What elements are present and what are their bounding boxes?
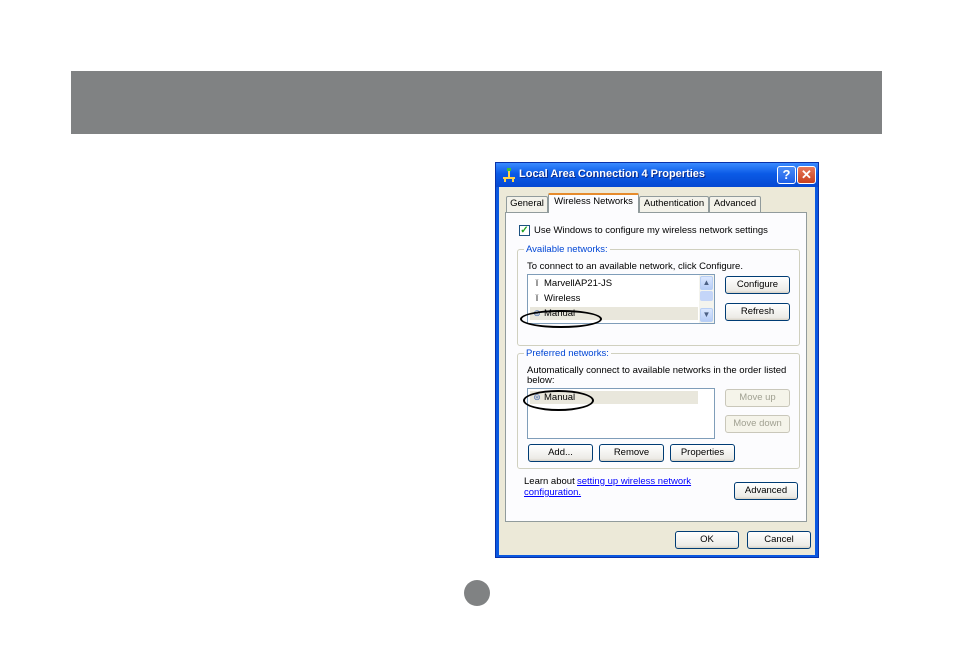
highlight-ellipse xyxy=(523,390,594,411)
cancel-button[interactable]: Cancel xyxy=(747,531,811,549)
configure-button[interactable]: Configure xyxy=(725,276,790,294)
available-instruction: To connect to an available network, clic… xyxy=(527,261,743,272)
tab-general[interactable]: General xyxy=(506,196,548,212)
scroll-thumb[interactable] xyxy=(700,291,713,301)
network-connection-icon xyxy=(503,168,515,182)
preferred-networks-group: Preferred networks: Automatically connec… xyxy=(517,348,800,469)
list-item[interactable]: ǐ MarvellAP21-JS xyxy=(530,277,612,290)
page-number-dot xyxy=(464,580,490,606)
preferred-networks-title: Preferred networks: xyxy=(524,348,611,359)
tab-advanced[interactable]: Advanced xyxy=(709,196,761,212)
move-down-button[interactable]: Move down xyxy=(725,415,790,433)
remove-button[interactable]: Remove xyxy=(599,444,664,462)
antenna-icon: ǐ xyxy=(536,293,538,303)
refresh-button[interactable]: Refresh xyxy=(725,303,790,321)
antenna-icon: ǐ xyxy=(536,278,538,288)
learn-about-prefix: Learn about xyxy=(524,476,575,487)
add-button[interactable]: Add... xyxy=(528,444,593,462)
use-windows-label: Use Windows to configure my wireless net… xyxy=(534,225,768,236)
properties-button[interactable]: Properties xyxy=(670,444,735,462)
preferred-instruction-line2: below: xyxy=(527,375,555,386)
list-item[interactable]: ǐ Wireless xyxy=(530,292,580,305)
ok-button[interactable]: OK xyxy=(675,531,739,549)
preferred-instruction-line1: Automatically connect to available netwo… xyxy=(527,365,787,376)
available-list-scrollbar[interactable]: ▲ ▼ xyxy=(699,275,714,323)
setup-wireless-link[interactable]: setting up wireless network xyxy=(577,476,691,487)
dialog-title: Local Area Connection 4 Properties xyxy=(519,168,706,180)
highlight-ellipse xyxy=(520,310,602,328)
wireless-networks-panel: ✓ Use Windows to configure my wireless n… xyxy=(505,212,807,522)
available-networks-title: Available networks: xyxy=(524,244,610,255)
scroll-down-button[interactable]: ▼ xyxy=(700,308,713,322)
available-networks-group: Available networks: To connect to an ava… xyxy=(517,244,800,346)
scroll-up-button[interactable]: ▲ xyxy=(700,276,713,290)
title-bar[interactable]: Local Area Connection 4 Properties ? ✕ xyxy=(496,163,818,187)
properties-dialog: Local Area Connection 4 Properties ? ✕ G… xyxy=(495,162,819,558)
dialog-client: General Wireless Networks Authentication… xyxy=(499,187,815,555)
advanced-button[interactable]: Advanced xyxy=(734,482,798,500)
close-button[interactable]: ✕ xyxy=(797,166,816,184)
tab-wireless-networks[interactable]: Wireless Networks xyxy=(548,193,639,213)
tab-authentication[interactable]: Authentication xyxy=(639,196,709,212)
setup-wireless-link-cont[interactable]: configuration. xyxy=(524,487,581,498)
use-windows-checkbox[interactable]: ✓ xyxy=(519,225,530,236)
header-band xyxy=(71,71,882,134)
help-button[interactable]: ? xyxy=(777,166,796,184)
move-up-button[interactable]: Move up xyxy=(725,389,790,407)
